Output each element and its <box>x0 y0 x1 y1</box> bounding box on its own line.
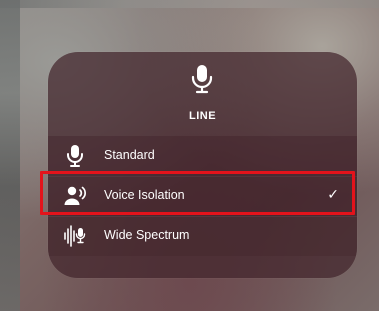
background-strip-left <box>0 0 20 311</box>
highlight-box <box>40 171 355 215</box>
waveform-mic-icon <box>64 225 86 247</box>
panel-header: LINE <box>48 52 357 136</box>
microphone-icon <box>67 145 83 167</box>
app-name-label: LINE <box>188 110 217 122</box>
microphone-icon <box>191 65 213 94</box>
option-standard[interactable]: Standard <box>48 136 357 176</box>
option-wide-spectrum-label: Wide Spectrum <box>104 228 190 242</box>
option-wide-spectrum[interactable]: Wide Spectrum <box>48 216 357 256</box>
background-strip-top <box>0 0 379 8</box>
option-standard-label: Standard <box>104 148 155 162</box>
mic-mode-panel: LINE Standard Voice Isolation ✓ Wide Spe… <box>48 52 357 278</box>
